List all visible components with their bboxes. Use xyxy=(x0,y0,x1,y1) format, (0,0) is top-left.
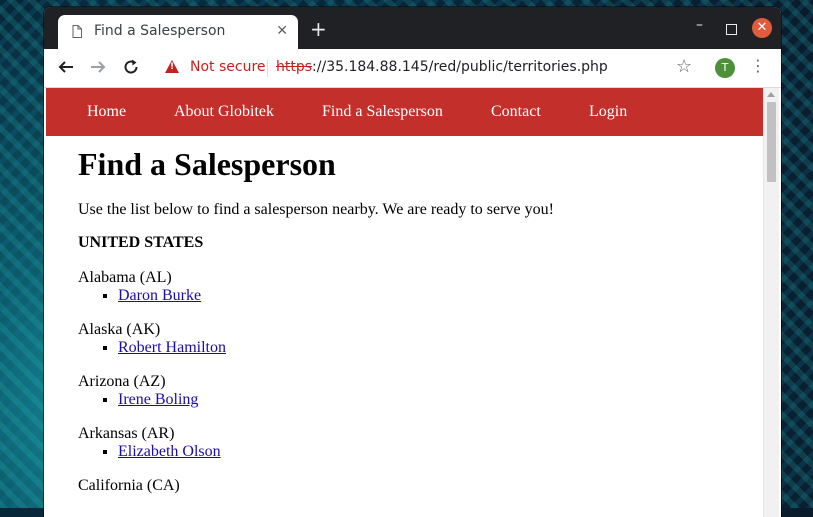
territory-item: Alaska (AK) Robert Hamilton xyxy=(78,321,758,357)
profile-avatar[interactable]: T xyxy=(715,58,735,78)
salesperson-link[interactable]: Elizabeth Olson xyxy=(118,443,221,460)
new-tab-icon[interactable]: + xyxy=(310,19,327,39)
salesperson-list: Irene Boling xyxy=(78,391,758,409)
country-heading: UNITED STATES xyxy=(78,234,204,251)
url-scheme: https xyxy=(276,59,313,75)
window-close-icon[interactable]: ✕ xyxy=(752,18,772,38)
nav-home[interactable]: Home xyxy=(87,103,126,121)
list-item: Robert Hamilton xyxy=(118,339,758,357)
territory-item: Alabama (AL) Daron Burke xyxy=(78,269,758,305)
salesperson-list: Elizabeth Olson xyxy=(78,443,758,461)
territory-item: California (CA) xyxy=(78,477,758,495)
salesperson-link[interactable]: Daron Burke xyxy=(118,287,201,304)
back-icon[interactable] xyxy=(58,59,74,75)
territory-item: Arkansas (AR) Elizabeth Olson xyxy=(78,425,758,461)
document-icon xyxy=(72,25,82,38)
salesperson-link[interactable]: Irene Boling xyxy=(118,391,198,408)
nav-contact[interactable]: Contact xyxy=(491,103,541,121)
state-name: California (CA) xyxy=(78,477,180,494)
browser-window: Find a Salesperson ✕ + – ✕ ! Not secure … xyxy=(44,7,781,517)
salesperson-list: Daron Burke xyxy=(78,287,758,305)
intro-text: Use the list below to find a salesperson… xyxy=(78,201,554,218)
scroll-up-icon[interactable] xyxy=(767,92,775,97)
state-name: Arizona (AZ) xyxy=(78,373,166,390)
tab-title: Find a Salesperson xyxy=(94,23,226,39)
minimize-icon[interactable]: – xyxy=(696,17,703,33)
nav-about[interactable]: About Globitek xyxy=(174,103,274,121)
state-name: Alabama (AL) xyxy=(78,269,172,286)
reload-icon[interactable] xyxy=(122,58,140,76)
vertical-scrollbar[interactable] xyxy=(763,88,779,517)
url-divider xyxy=(267,60,268,77)
nav-find-salesperson[interactable]: Find a Salesperson xyxy=(322,103,443,121)
address-bar[interactable]: https://35.184.88.145/red/public/territo… xyxy=(276,59,608,75)
maximize-icon[interactable] xyxy=(726,24,737,35)
list-item: Elizabeth Olson xyxy=(118,443,758,461)
close-tab-icon[interactable]: ✕ xyxy=(276,23,288,39)
list-item: Irene Boling xyxy=(118,391,758,409)
nav-login[interactable]: Login xyxy=(589,103,627,121)
menu-kebab-icon[interactable]: ⋮ xyxy=(750,58,766,74)
security-status[interactable]: Not secure xyxy=(190,59,266,75)
state-name: Arkansas (AR) xyxy=(78,425,175,442)
salesperson-link[interactable]: Robert Hamilton xyxy=(118,339,226,356)
state-name: Alaska (AK) xyxy=(78,321,161,338)
browser-toolbar: ! Not secure https://35.184.88.145/red/p… xyxy=(44,49,781,88)
browser-titlebar: Find a Salesperson ✕ + – ✕ xyxy=(44,7,781,49)
list-item: Daron Burke xyxy=(118,287,758,305)
bookmark-star-icon[interactable]: ☆ xyxy=(676,56,692,77)
scroll-thumb[interactable] xyxy=(767,102,776,182)
forward-icon[interactable] xyxy=(90,59,106,75)
page-viewport: Home About Globitek Find a Salesperson C… xyxy=(46,88,779,517)
site-navbar: Home About Globitek Find a Salesperson C… xyxy=(46,88,764,136)
browser-tab[interactable]: Find a Salesperson ✕ xyxy=(58,15,298,49)
url-host: ://35.184.88.145/red/public/territories.… xyxy=(312,59,608,75)
salesperson-list: Robert Hamilton xyxy=(78,339,758,357)
page-title: Find a Salesperson xyxy=(78,146,336,182)
territory-item: Arizona (AZ) Irene Boling xyxy=(78,373,758,409)
main-content: Find a Salesperson Use the list below to… xyxy=(78,144,758,495)
